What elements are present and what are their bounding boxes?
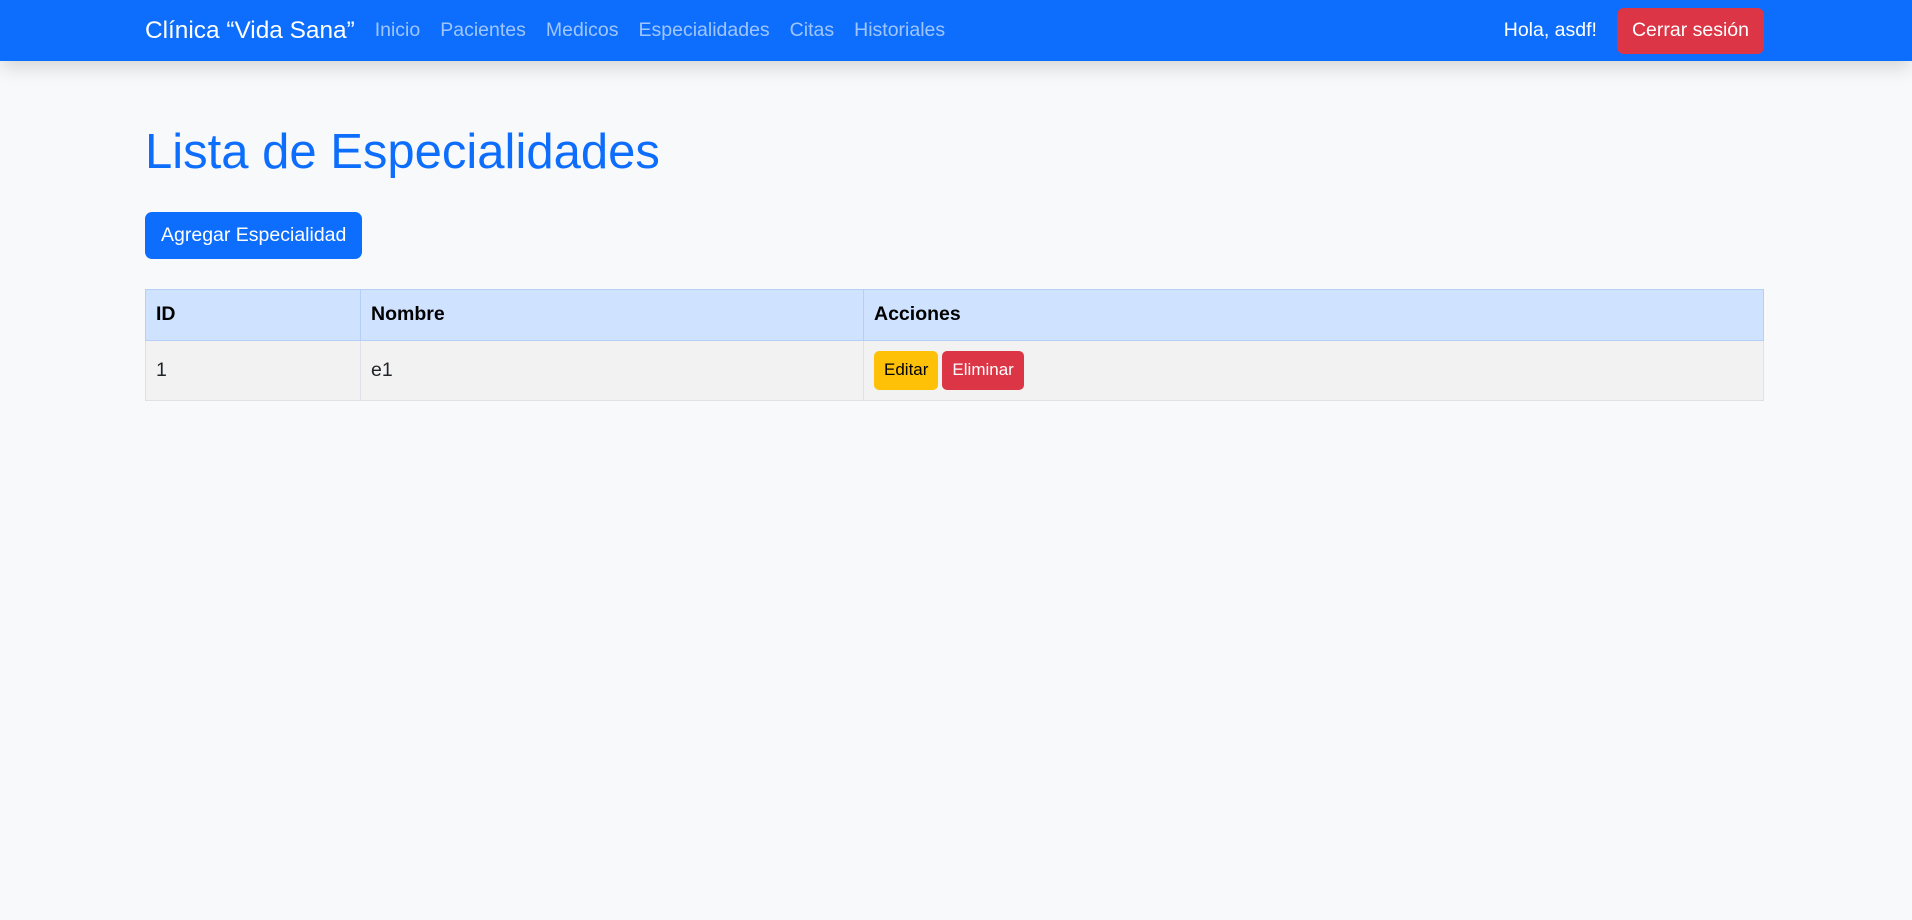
nav-link-medicos[interactable]: Medicos <box>546 19 619 42</box>
table-header-row: ID Nombre Acciones <box>145 288 1764 341</box>
brand-link[interactable]: Clínica “Vida Sana” <box>145 17 355 45</box>
nav-link-citas[interactable]: Citas <box>790 19 834 42</box>
nav-link-pacientes[interactable]: Pacientes <box>440 19 526 42</box>
edit-button[interactable]: Editar <box>874 350 939 390</box>
nav-link-inicio[interactable]: Inicio <box>375 19 421 42</box>
delete-button[interactable]: Eliminar <box>942 350 1024 390</box>
logout-button[interactable]: Cerrar sesión <box>1616 7 1764 54</box>
cell-id: 1 <box>145 339 361 401</box>
cell-nombre: e1 <box>360 339 864 401</box>
specialties-table: ID Nombre Acciones 1 e1 Editar Eliminar <box>145 288 1764 401</box>
page-title: Lista de Especialidades <box>145 125 660 179</box>
nav-link-historiales[interactable]: Historiales <box>854 19 945 42</box>
header-id: ID <box>145 288 361 341</box>
add-specialty-button[interactable]: Agregar Especialidad <box>145 211 363 259</box>
navbar: Clínica “Vida Sana” Inicio Pacientes Med… <box>0 0 1912 61</box>
user-greeting: Hola, asdf! <box>1503 19 1597 41</box>
table-row: 1 e1 Editar Eliminar <box>145 339 1764 401</box>
cell-acciones: Editar Eliminar <box>863 339 1764 401</box>
main-content: Lista de Especialidades Agregar Especial… <box>0 123 1912 401</box>
nav-link-especialidades[interactable]: Especialidades <box>639 19 770 42</box>
header-nombre: Nombre <box>360 288 864 341</box>
header-acciones: Acciones <box>863 288 1764 341</box>
